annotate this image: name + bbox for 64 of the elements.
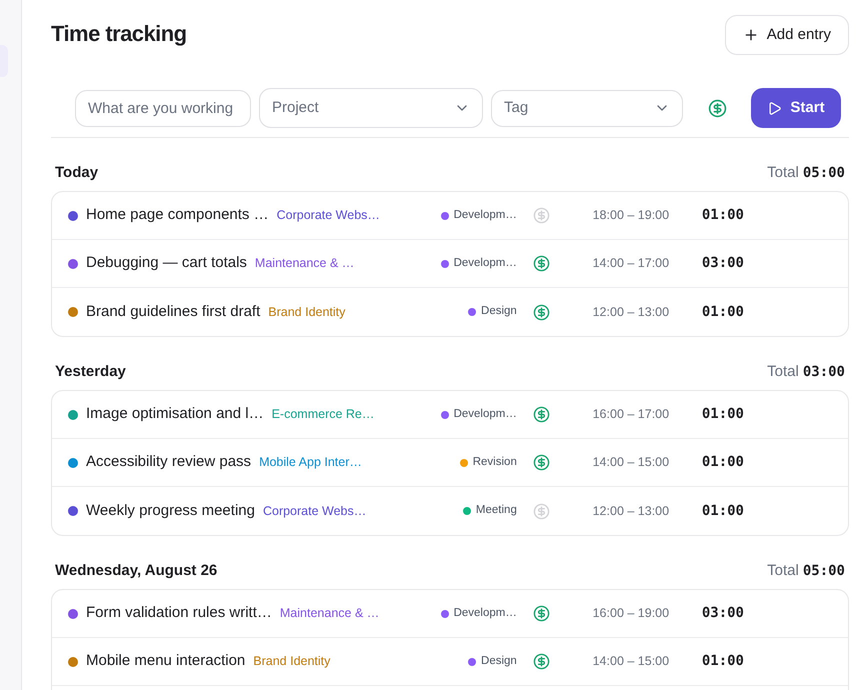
entry-duration: 03:00 (702, 254, 744, 273)
total-label: Total (767, 362, 799, 382)
total-duration: 05:00 (802, 164, 845, 182)
dollar-icon[interactable] (532, 653, 550, 670)
entry-description: Mobile menu interaction (86, 651, 246, 672)
tag-label: Design (481, 304, 517, 320)
tag-label: Developm… (454, 208, 517, 223)
project-name[interactable]: Corporate Webs… (276, 206, 380, 225)
entry-description: Brand guidelines first draft (86, 302, 260, 322)
time-range: 12:00 – 13:00 (592, 502, 670, 520)
entry-duration: 01:00 (702, 453, 744, 472)
entry-duration: 03:00 (702, 604, 744, 623)
tag-label: Revision (472, 454, 517, 470)
page-title: Time tracking (51, 20, 186, 48)
project-name[interactable]: Mobile App Inter… (259, 453, 362, 472)
project-name[interactable]: Corporate Webs… (262, 502, 366, 520)
dollar-icon[interactable] (532, 406, 550, 423)
tag-label: Meeting (476, 503, 517, 518)
project-name[interactable]: Brand Identity (268, 302, 346, 322)
time-range: 14:00 – 15:00 (592, 653, 670, 670)
dollar-icon[interactable] (532, 605, 550, 622)
tag-label: Developm… (454, 256, 517, 271)
time-range: 18:00 – 19:00 (592, 207, 670, 224)
dollar-icon[interactable] (532, 454, 550, 471)
time-range: 16:00 – 17:00 (592, 406, 670, 424)
dollar-icon[interactable] (532, 304, 550, 320)
entry-description: Debugging — cart totals (86, 253, 247, 274)
time-range: 14:00 – 17:00 (592, 255, 670, 272)
project-name[interactable]: Maintenance & … (254, 254, 354, 273)
group-label: Yesterday (55, 362, 126, 382)
add-entry-button[interactable]: Add entry (724, 15, 849, 55)
project-select[interactable]: Project (259, 88, 483, 128)
group-label: Wednesday, August 26 (55, 560, 218, 581)
project-name[interactable]: Brand Identity (253, 652, 330, 671)
entry-description: Weekly progress meeting (86, 500, 255, 521)
entry-duration: 01:00 (702, 502, 744, 520)
total-label: Total (767, 560, 799, 581)
tag-select[interactable]: Tag (491, 90, 683, 126)
group-label: Today (55, 162, 98, 183)
total-label: Total (767, 162, 799, 183)
project-name[interactable]: E-commerce Re… (272, 405, 374, 424)
time-range: 14:00 – 15:00 (592, 454, 670, 472)
plus-icon (742, 27, 759, 43)
dollar-icon[interactable] (708, 98, 727, 118)
entry-description: Home page components … (86, 205, 269, 226)
play-icon (767, 100, 782, 116)
entry-duration: 01:00 (702, 652, 744, 671)
time-range: 16:00 – 19:00 (592, 605, 670, 622)
time-range: 12:00 – 13:00 (592, 304, 670, 321)
project-name[interactable]: Maintenance & … (280, 604, 380, 623)
tag-label: Developm… (454, 606, 517, 621)
entry-description: Image optimisation and l… (86, 404, 264, 424)
entry-description: Form validation rules writt… (86, 603, 272, 624)
entry-duration: 01:00 (702, 405, 744, 424)
description-field[interactable]: What are you working (75, 90, 251, 126)
tag-label: Design (481, 654, 517, 669)
total-duration: 03:00 (802, 362, 845, 382)
total-duration: 05:00 (802, 562, 845, 580)
entry-duration: 01:00 (702, 206, 744, 225)
tag-label: Developm… (454, 406, 517, 422)
entry-description: Accessibility review pass (86, 452, 252, 472)
start-button[interactable]: Start (751, 88, 841, 128)
entry-duration: 01:00 (702, 302, 744, 322)
dollar-icon[interactable] (532, 255, 550, 272)
